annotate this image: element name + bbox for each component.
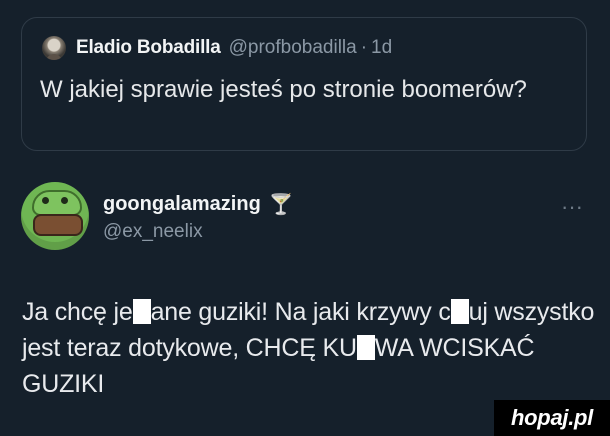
watermark-label: hopaj.pl [511,405,593,430]
quoted-tweet-text: W jakiej sprawie jesteś po stronie boome… [40,76,527,103]
avatar-eye-right [61,197,68,204]
tweet-text-part-1: Ja chcę je [22,298,133,326]
author-meta: goongalamazing 🍸 @ex_neelix [103,182,294,243]
censor-block [450,299,469,324]
author-avatar[interactable] [21,182,89,250]
author-handle[interactable]: @ex_neelix [103,221,294,243]
quoted-tweet-header: Eladio Bobadilla @profbobadilla · 1d [42,36,392,60]
tweet-text-part-2: ane guziki! Na jaki krzywy c [150,298,451,326]
quoted-tweet[interactable]: Eladio Bobadilla @profbobadilla · 1d W j… [21,17,587,151]
avatar-eye-left [42,197,49,204]
cocktail-icon: 🍸 [268,193,294,216]
quoted-author-avatar[interactable] [42,36,66,60]
tweet-text: Ja chcę je ane guziki! Na jaki krzywy c uj… [22,294,597,402]
author-name[interactable]: goongalamazing [103,193,261,216]
more-options-icon[interactable]: ··· [561,196,583,218]
author-line: goongalamazing 🍸 [103,193,294,216]
quoted-tweet-separator: · [360,37,368,58]
censor-block [132,299,151,324]
quoted-tweet-time[interactable]: 1d [371,37,392,59]
quoted-author-handle[interactable]: @profbobadilla [229,37,357,59]
site-watermark: hopaj.pl [494,400,610,436]
tweet-header: goongalamazing 🍸 @ex_neelix [21,182,294,250]
quoted-author-name[interactable]: Eladio Bobadilla [76,37,221,59]
censor-block [356,335,375,360]
